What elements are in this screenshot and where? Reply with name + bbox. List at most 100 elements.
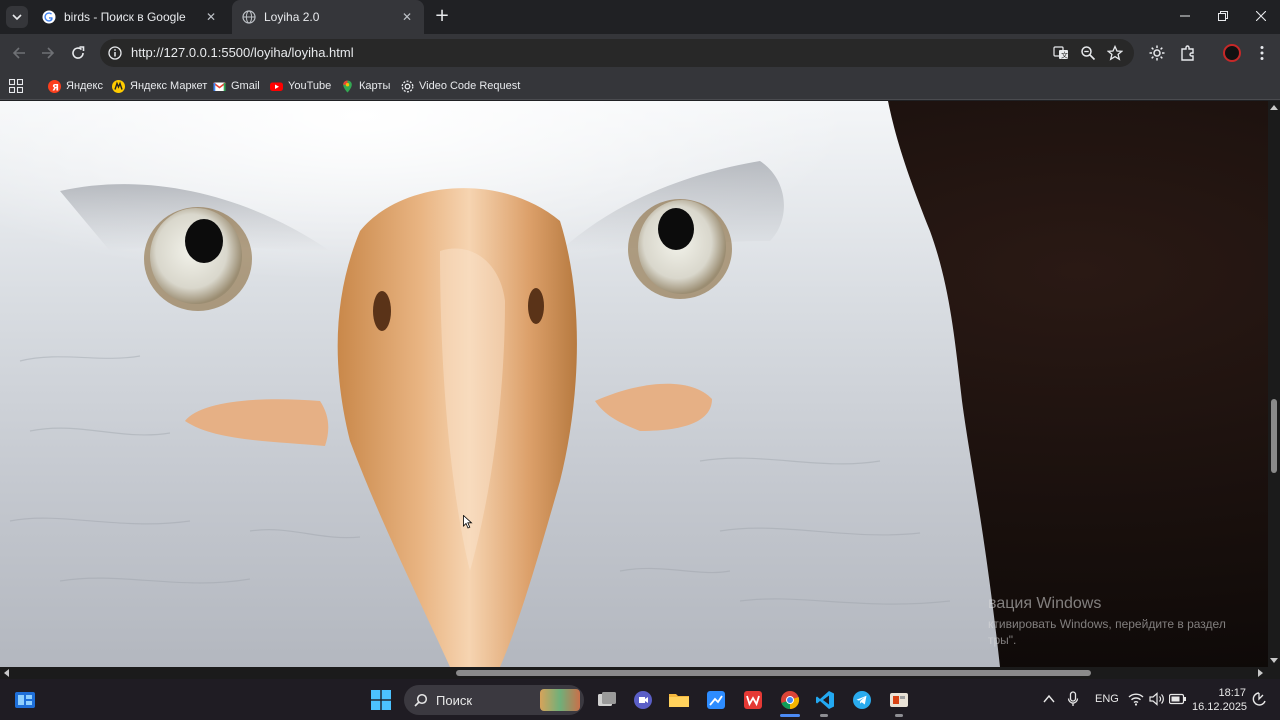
bookmark-gmail[interactable]: Gmail	[213, 77, 260, 95]
forward-button[interactable]	[37, 42, 59, 64]
vertical-scrollbar[interactable]	[1268, 101, 1280, 667]
zoom-icon[interactable]	[1080, 45, 1096, 61]
chrome-icon	[781, 691, 800, 710]
bookmark-maps[interactable]: Карты	[341, 77, 390, 95]
translate-icon[interactable]: 文	[1053, 45, 1069, 61]
page-content: вация Windows ктивировать Windows, перей…	[0, 101, 1268, 667]
new-tab-button[interactable]: +	[432, 7, 452, 27]
bookmark-label: Video Code Request	[419, 80, 521, 92]
wps-office-button[interactable]	[740, 687, 766, 713]
app-window-icon	[890, 693, 908, 707]
task-view-button[interactable]	[594, 687, 620, 713]
vscode-button[interactable]	[812, 687, 838, 713]
info-icon[interactable]	[108, 46, 122, 60]
close-icon	[1256, 11, 1266, 21]
watermark-line-2: ктивировать Windows, перейдите в раздел	[988, 617, 1226, 631]
arrow-right-icon	[42, 47, 55, 59]
scroll-right-arrow-icon[interactable]	[1256, 669, 1264, 677]
scroll-left-arrow-icon[interactable]	[3, 669, 11, 677]
mouse-cursor-icon	[463, 515, 473, 529]
extension-gear-icon[interactable]	[1148, 44, 1166, 62]
horizontal-scrollbar[interactable]	[0, 667, 1268, 679]
notifications-icon[interactable]	[1252, 692, 1266, 708]
bookmarks-bar: Я Яндекс Яндекс Маркет Gmail YouTube Кар…	[0, 72, 1280, 100]
bookmark-label: YouTube	[288, 80, 332, 92]
file-explorer-button[interactable]	[666, 687, 692, 713]
scroll-up-arrow-icon[interactable]	[1270, 104, 1278, 112]
restore-button[interactable]	[1204, 0, 1242, 32]
address-url[interactable]: http://127.0.0.1:5500/loyiha/loyiha.html	[131, 45, 354, 60]
windows-activation-watermark: вация Windows ктивировать Windows, перей…	[988, 595, 1226, 647]
wps-office-icon	[744, 691, 762, 709]
bookmark-label: Яндекс	[66, 80, 103, 92]
profile-avatar[interactable]	[1223, 44, 1241, 62]
apps-grid-icon[interactable]	[9, 79, 23, 93]
widgets-icon	[15, 692, 35, 708]
task-view-icon	[598, 692, 616, 706]
close-window-button[interactable]	[1242, 0, 1280, 32]
back-button[interactable]	[8, 42, 30, 64]
more-menu-icon[interactable]	[1253, 44, 1271, 62]
bookmark-label: Карты	[359, 80, 391, 92]
browser-toolbar: http://127.0.0.1:5500/loyiha/loyiha.html…	[0, 34, 1280, 72]
teams-chat-icon	[634, 691, 652, 709]
microphone-icon[interactable]	[1067, 691, 1079, 707]
start-button[interactable]	[368, 687, 394, 713]
tab-search-button[interactable]	[6, 6, 28, 28]
vscode-icon	[816, 691, 834, 709]
bookmark-star-icon[interactable]	[1107, 45, 1123, 61]
telegram-button[interactable]	[849, 687, 875, 713]
youtube-icon	[270, 82, 283, 91]
input-language[interactable]: ENG	[1095, 693, 1119, 705]
bookmark-label: Gmail	[231, 80, 260, 92]
watermark-line-1: вация Windows	[988, 595, 1102, 612]
tab-title: birds - Поиск в Google	[64, 10, 186, 24]
tab-loyiha[interactable]: Loyiha 2.0 ✕	[232, 0, 424, 34]
vscode-running-indicator	[820, 714, 828, 717]
screen: birds - Поиск в Google ✕ Loyiha 2.0 ✕ +	[0, 0, 1280, 720]
horizontal-scroll-thumb[interactable]	[456, 670, 1091, 676]
app-button[interactable]	[886, 687, 912, 713]
yandex-icon: Я	[48, 79, 61, 93]
minimize-icon	[1180, 15, 1190, 17]
gmail-icon	[213, 81, 226, 91]
app-running-indicator	[895, 714, 903, 717]
chevron-down-icon	[12, 14, 22, 21]
chrome-active-indicator	[780, 714, 800, 717]
globe-icon	[242, 10, 256, 24]
bookmark-video-code-request[interactable]: Video Code Request	[401, 77, 520, 95]
wifi-icon[interactable]	[1128, 692, 1144, 706]
search-highlight-image	[540, 689, 580, 711]
reload-button[interactable]	[67, 42, 89, 64]
taskbar-search-label: Поиск	[436, 692, 473, 708]
bookmark-label: Яндекс Маркет	[130, 80, 208, 92]
folder-icon	[669, 694, 689, 707]
chevron-up-icon[interactable]	[1043, 694, 1055, 704]
close-tab-icon[interactable]: ✕	[400, 10, 414, 24]
tab-title: Loyiha 2.0	[264, 10, 320, 24]
scrollbar-corner	[1268, 667, 1280, 679]
scroll-down-arrow-icon[interactable]	[1270, 656, 1278, 664]
tab-strip: birds - Поиск в Google ✕ Loyiha 2.0 ✕ +	[0, 0, 1280, 34]
clock-time: 18:17	[1218, 687, 1246, 699]
chrome-button[interactable]	[777, 687, 803, 713]
volume-icon[interactable]	[1149, 692, 1165, 706]
battery-icon[interactable]	[1169, 693, 1187, 705]
extensions-puzzle-icon[interactable]	[1179, 44, 1197, 62]
tab-birds-search[interactable]: birds - Поиск в Google ✕	[32, 0, 228, 34]
teams-button[interactable]	[630, 687, 656, 713]
system-clock[interactable]: 18:17 16.12.2025	[1192, 686, 1247, 714]
bookmark-yandex[interactable]: Я Яндекс	[48, 77, 103, 95]
close-tab-icon[interactable]: ✕	[204, 10, 218, 24]
telegram-icon	[853, 691, 871, 709]
bookmark-youtube[interactable]: YouTube	[270, 77, 331, 95]
minimize-button[interactable]	[1166, 0, 1204, 32]
store-button[interactable]	[703, 687, 729, 713]
address-bar[interactable]: http://127.0.0.1:5500/loyiha/loyiha.html…	[100, 39, 1134, 67]
vertical-scroll-thumb[interactable]	[1271, 399, 1277, 473]
photo-editor-icon	[707, 691, 725, 709]
bookmark-yandex-market[interactable]: Яндекс Маркет	[112, 77, 207, 95]
search-icon	[414, 693, 428, 707]
widgets-button[interactable]	[12, 687, 38, 713]
windows-taskbar: Поиск ENG 18:17 16.12.2025	[0, 679, 1280, 720]
